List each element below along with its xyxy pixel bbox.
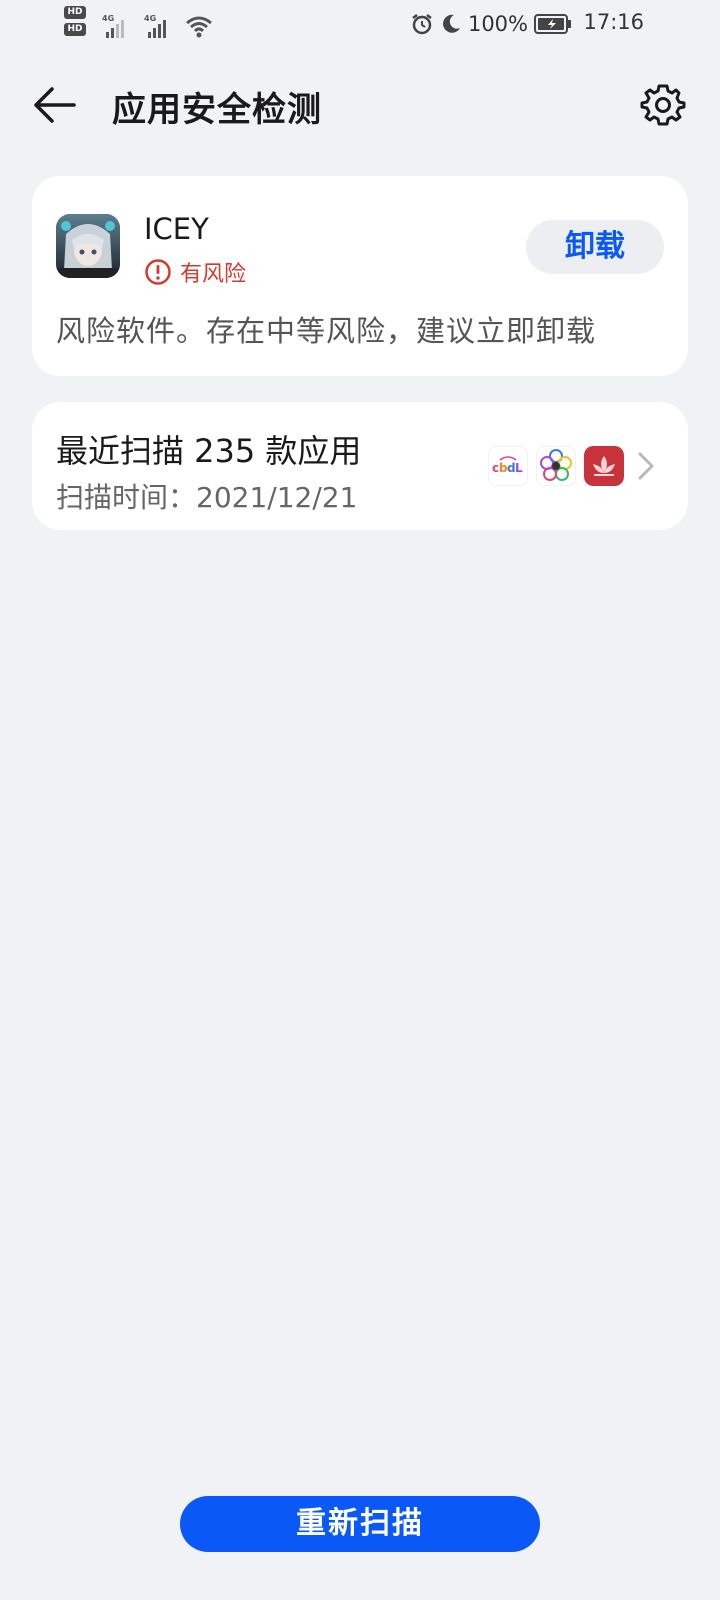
- svg-text:L: L: [515, 461, 523, 475]
- icey-app-icon: [56, 214, 120, 278]
- lotus-app-icon: [584, 446, 624, 486]
- gear-icon[interactable]: [640, 82, 686, 128]
- risk-status: 有风险: [144, 256, 246, 288]
- battery-percent: 100%: [467, 12, 528, 36]
- moon-icon: [443, 14, 460, 33]
- rescan-button[interactable]: 重新扫描: [180, 1496, 540, 1552]
- clock: 17:16: [583, 10, 644, 34]
- app-bar: 应用安全检测: [0, 70, 720, 140]
- status-icons: 100%: [410, 10, 572, 38]
- warning-icon: [145, 259, 171, 285]
- cbdl-app-icon: c b d L: [488, 446, 528, 486]
- battery-charging-icon: [534, 14, 571, 34]
- cellular-signal-2-icon: 4G: [144, 14, 166, 38]
- arrow-left-icon[interactable]: [30, 84, 78, 126]
- uninstall-button[interactable]: 卸载: [526, 220, 664, 274]
- risk-label: 有风险: [180, 262, 247, 287]
- wifi-icon: [186, 16, 212, 38]
- scan-summary-card[interactable]: 最近扫描 235 款应用 扫描时间：2021/12/21 c b d L: [32, 402, 688, 530]
- hd-badge-sim1: HD: [64, 6, 86, 19]
- status-bar: HD HD 4G 4G 100% 17:16: [0, 0, 720, 48]
- chevron-right-icon: [638, 452, 654, 480]
- cellular-signal-1-icon: 4G: [102, 14, 124, 38]
- scanned-app-icons: c b d L: [488, 446, 624, 486]
- risk-description: 风险软件。存在中等风险，建议立即卸载: [56, 314, 597, 348]
- scan-summary-title: 最近扫描 235 款应用: [56, 432, 362, 470]
- svg-text:4G: 4G: [144, 14, 156, 23]
- alarm-icon: [412, 14, 432, 35]
- risk-app-card: ICEY 有风险 卸载 风险软件。存在中等风险，建议立即卸载: [32, 176, 688, 376]
- app-name: ICEY: [144, 212, 209, 246]
- hd-badge-sim2: HD: [64, 23, 86, 36]
- page-title: 应用安全检测: [112, 90, 322, 130]
- scan-time: 扫描时间：2021/12/21: [56, 481, 358, 514]
- flower-app-icon: [536, 446, 576, 486]
- svg-text:4G: 4G: [102, 14, 114, 23]
